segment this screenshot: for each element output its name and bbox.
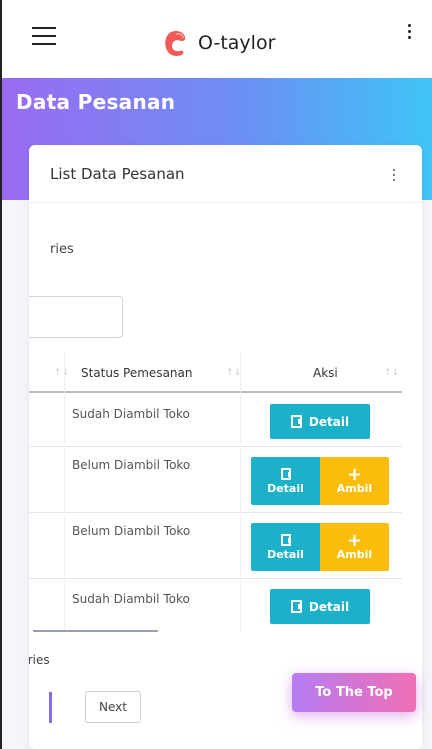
scroll-to-top-button[interactable]: To The Top: [292, 673, 416, 712]
status-cell: Belum Diambil Toko: [72, 524, 191, 538]
column-separator: [64, 395, 65, 447]
search-input[interactable]: [29, 296, 123, 338]
action-button-group: Detail + Ambil: [251, 523, 389, 571]
table-header: ↑↓ Status Pemesanan ↑↓ Aksi ↑↓: [29, 353, 402, 393]
column-separator: [240, 448, 241, 513]
sort-icon[interactable]: ↑↓: [54, 353, 69, 393]
document-icon: [290, 415, 302, 428]
detail-button[interactable]: Detail: [270, 589, 370, 624]
top-navbar: O-taylor: [2, 0, 432, 78]
orders-card: List Data Pesanan ries ↑↓ Status Pemesan…: [29, 145, 422, 749]
table-row: Belum Diambil Toko Detail + Ambil: [29, 514, 402, 579]
horizontal-scrollbar[interactable]: [33, 630, 158, 632]
ambil-button[interactable]: + Ambil: [320, 523, 389, 571]
brand[interactable]: O-taylor: [162, 28, 275, 58]
table-row: Sudah Diambil Toko Detail: [29, 395, 402, 447]
table-row: Sudah Diambil Toko Detail: [29, 580, 402, 632]
table-row: Belum Diambil Toko Detail + Ambil: [29, 448, 402, 513]
ambil-button[interactable]: + Ambil: [320, 457, 389, 505]
more-vertical-icon[interactable]: [406, 24, 412, 44]
ambil-label: Ambil: [336, 481, 373, 495]
pagination-active-page[interactable]: [49, 692, 52, 723]
detail-label: Detail: [267, 481, 304, 495]
column-separator: [64, 448, 65, 513]
document-icon: [280, 467, 291, 480]
plus-icon: +: [346, 463, 363, 485]
page-title: Data Pesanan: [16, 90, 176, 114]
column-header-actions[interactable]: Aksi: [313, 353, 338, 393]
card-title: List Data Pesanan: [50, 165, 185, 183]
ambil-label: Ambil: [336, 547, 373, 561]
entries-info: tries: [29, 653, 50, 667]
document-icon: [290, 600, 302, 613]
column-separator: [240, 395, 241, 447]
next-page-button[interactable]: Next: [85, 691, 141, 723]
column-separator: [64, 580, 65, 632]
column-separator: [64, 514, 65, 579]
sort-icon[interactable]: ↑↓: [226, 353, 241, 393]
column-header-status[interactable]: Status Pemesanan: [81, 353, 193, 393]
menu-icon[interactable]: [32, 27, 56, 45]
status-cell: Sudah Diambil Toko: [72, 592, 190, 606]
detail-button[interactable]: Detail: [251, 457, 320, 505]
column-separator: [240, 353, 241, 393]
column-separator: [64, 353, 65, 393]
column-separator: [240, 580, 241, 632]
status-cell: Belum Diambil Toko: [72, 458, 191, 472]
detail-label: Detail: [308, 414, 350, 429]
logo-icon: [165, 30, 186, 56]
detail-button[interactable]: Detail: [270, 404, 370, 439]
detail-button[interactable]: Detail: [251, 523, 320, 571]
column-separator: [240, 514, 241, 579]
detail-label: Detail: [267, 547, 304, 561]
action-button-group: Detail + Ambil: [251, 457, 389, 505]
card-header: List Data Pesanan: [29, 145, 422, 203]
plus-icon: +: [346, 529, 363, 551]
entries-length-label: ries: [50, 242, 74, 257]
card-more-icon[interactable]: [393, 169, 396, 184]
status-cell: Sudah Diambil Toko: [72, 407, 190, 421]
detail-label: Detail: [308, 599, 350, 614]
document-icon: [280, 533, 291, 546]
brand-name: O-taylor: [198, 32, 276, 54]
sort-icon[interactable]: ↑↓: [384, 353, 399, 393]
